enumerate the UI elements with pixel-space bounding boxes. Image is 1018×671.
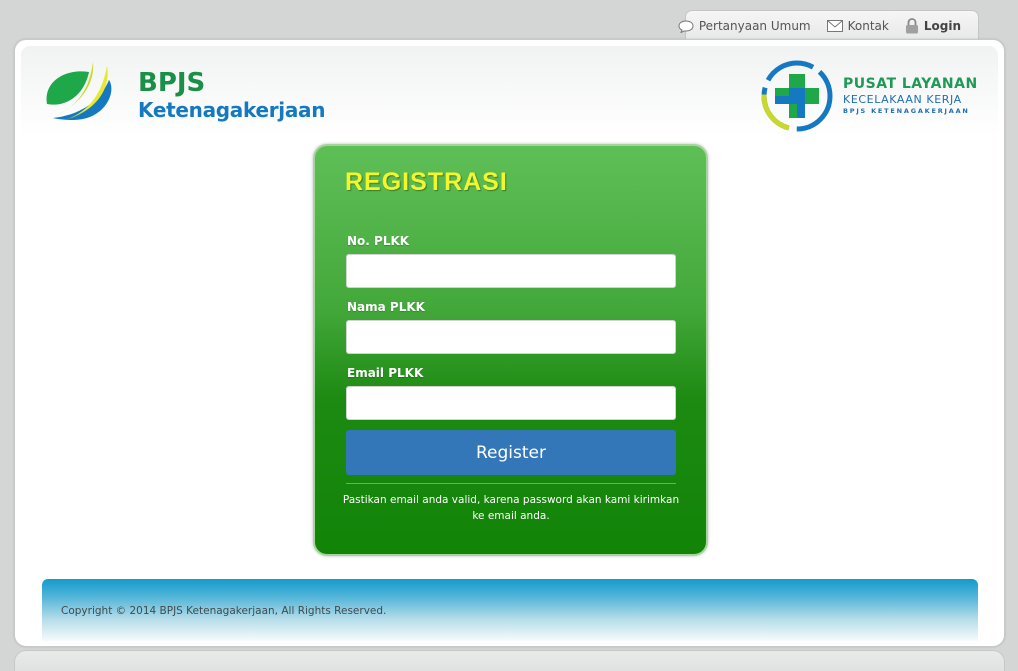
bottom-bar [14, 650, 1005, 671]
partner-line-1: PUSAT LAYANAN [843, 76, 978, 92]
registration-title: REGISTRASI [345, 168, 508, 196]
registration-panel: REGISTRASI No. PLKK Nama PLKK Email PLKK… [313, 144, 708, 556]
brand-subtitle: Ketenagakerjaan [138, 98, 326, 122]
plkk-email-label: Email PLKK [347, 366, 424, 380]
medical-cross-icon [761, 60, 833, 132]
plkk-logo: PUSAT LAYANAN KECELAKAAN KERJA BPJS KETE… [759, 58, 984, 132]
plkk-email-input[interactable] [346, 386, 676, 420]
faq-link[interactable]: Pertanyaan Umum [678, 19, 811, 33]
copyright-text: Copyright © 2014 BPJS Ketenagakerjaan, A… [61, 605, 387, 617]
plkk-name-label: Nama PLKK [347, 300, 425, 314]
speech-bubble-icon [678, 19, 694, 33]
login-label: Login [923, 19, 961, 33]
plkk-number-label: No. PLKK [347, 234, 410, 248]
plkk-number-input[interactable] [346, 254, 676, 288]
top-navigation: Pertanyaan Umum Kontak Login [678, 10, 979, 41]
register-button[interactable]: Register [346, 430, 676, 475]
form-divider [346, 483, 676, 484]
login-link[interactable]: Login [905, 18, 961, 34]
plkk-name-input[interactable] [346, 320, 676, 354]
faq-label: Pertanyaan Umum [698, 19, 811, 33]
partner-line-3: BPJS KETENAGAKERJAAN [843, 107, 970, 115]
footer: Copyright © 2014 BPJS Ketenagakerjaan, A… [42, 579, 978, 641]
contact-link[interactable]: Kontak [826, 19, 889, 33]
contact-label: Kontak [847, 19, 889, 33]
bpjs-logo: BPJS Ketenagakerjaan [43, 58, 343, 128]
padlock-icon [905, 18, 919, 34]
bpjs-leaf-icon [46, 62, 112, 120]
partner-line-2: KECELAKAAN KERJA [843, 93, 962, 106]
email-note: Pastikan email anda valid, karena passwo… [342, 494, 680, 522]
main-card: BPJS Ketenagakerjaan PUSAT LAYANAN KECEL… [14, 39, 1005, 647]
brand-title: BPJS [138, 68, 206, 98]
envelope-icon [826, 20, 843, 32]
